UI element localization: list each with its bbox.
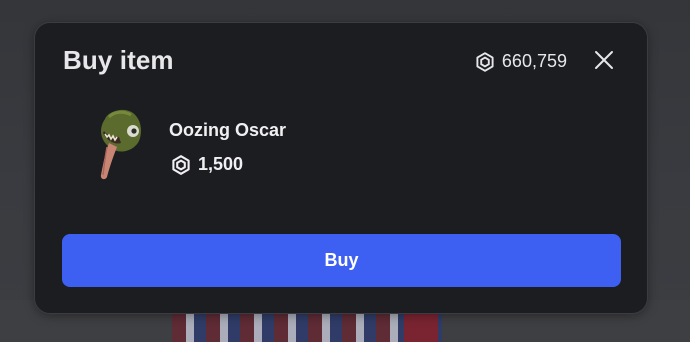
buy-item-modal: Buy item 660,759 Oozing Oscar 1,500 Buy bbox=[34, 22, 648, 314]
close-icon[interactable] bbox=[593, 49, 615, 71]
buy-button[interactable]: Buy bbox=[62, 234, 621, 287]
item-price-value: 1,500 bbox=[198, 154, 244, 174]
robux-icon bbox=[171, 154, 191, 175]
item-price: 1,500 bbox=[171, 154, 243, 175]
robux-balance-value: 660,759 bbox=[501, 51, 567, 71]
robux-balance: 660,759 bbox=[475, 51, 567, 72]
item-thumbnail bbox=[95, 107, 149, 183]
modal-title: Buy item bbox=[63, 45, 174, 75]
robux-icon bbox=[475, 51, 495, 72]
item-name: Oozing Oscar bbox=[169, 120, 287, 140]
